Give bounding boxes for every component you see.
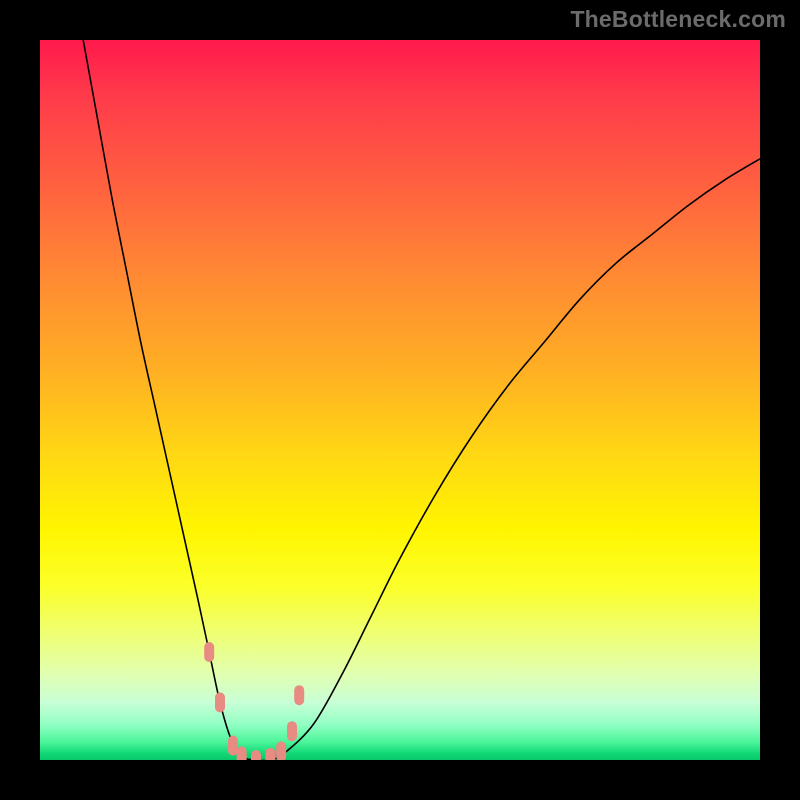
data-marker [294,685,304,705]
chart-frame: TheBottleneck.com [0,0,800,800]
plot-area [40,40,760,760]
data-marker [276,741,286,760]
data-marker [265,748,275,760]
data-marker [287,721,297,741]
data-marker [228,736,238,756]
data-marker [204,642,214,662]
data-marker [251,750,261,760]
curve-markers [204,642,304,760]
data-marker [215,692,225,712]
chart-svg [40,40,760,760]
data-marker [237,746,247,760]
bottleneck-curve [83,40,760,760]
watermark-text: TheBottleneck.com [570,6,786,33]
